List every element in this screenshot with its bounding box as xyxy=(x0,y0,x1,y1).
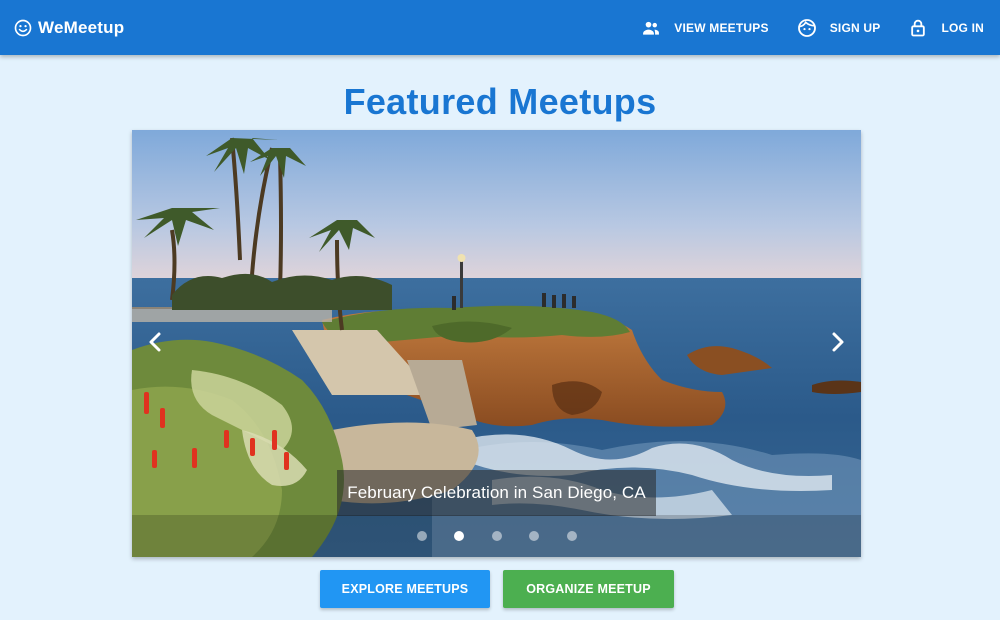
carousel-dot[interactable] xyxy=(566,531,577,541)
featured-carousel[interactable]: February Celebration in San Diego, CA xyxy=(132,130,861,557)
nav-view-meetups[interactable]: VIEW MEETUPS xyxy=(627,0,782,55)
carousel-dot[interactable] xyxy=(529,531,539,541)
carousel-dot[interactable] xyxy=(491,531,502,541)
carousel-indicators xyxy=(132,515,861,557)
page-title: Featured Meetups xyxy=(343,81,657,122)
nav-sign-up-label: SIGN UP xyxy=(829,20,881,35)
face-icon xyxy=(797,18,817,38)
brand-link[interactable]: WeMeetup xyxy=(14,18,124,38)
app-toolbar: WeMeetup VIEW MEETUPS SIGN UP LOG IN xyxy=(0,0,1000,55)
carousel-dot[interactable] xyxy=(416,531,427,541)
carousel-next-button[interactable] xyxy=(824,328,852,356)
nav-log-in[interactable]: LOG IN xyxy=(894,0,998,55)
nav-log-in-label: LOG IN xyxy=(941,20,984,35)
chevron-left-icon xyxy=(149,332,161,352)
brand-name: WeMeetup xyxy=(38,17,125,37)
nav-sign-up[interactable]: SIGN UP xyxy=(783,0,895,55)
organize-meetup-button[interactable]: ORGANIZE MEETUP xyxy=(503,570,674,608)
nav-menu: VIEW MEETUPS SIGN UP LOG IN xyxy=(627,0,1000,55)
chevron-right-icon xyxy=(832,332,844,352)
explore-meetups-button[interactable]: EXPLORE MEETUPS xyxy=(320,570,490,608)
lock-icon xyxy=(908,18,928,38)
slide-caption: February Celebration in San Diego, CA xyxy=(337,470,656,516)
people-icon xyxy=(641,18,661,38)
nav-view-meetups-label: VIEW MEETUPS xyxy=(674,20,769,35)
carousel-prev-button[interactable] xyxy=(141,328,169,356)
smiley-icon xyxy=(14,19,32,37)
carousel-dot[interactable] xyxy=(454,531,464,541)
